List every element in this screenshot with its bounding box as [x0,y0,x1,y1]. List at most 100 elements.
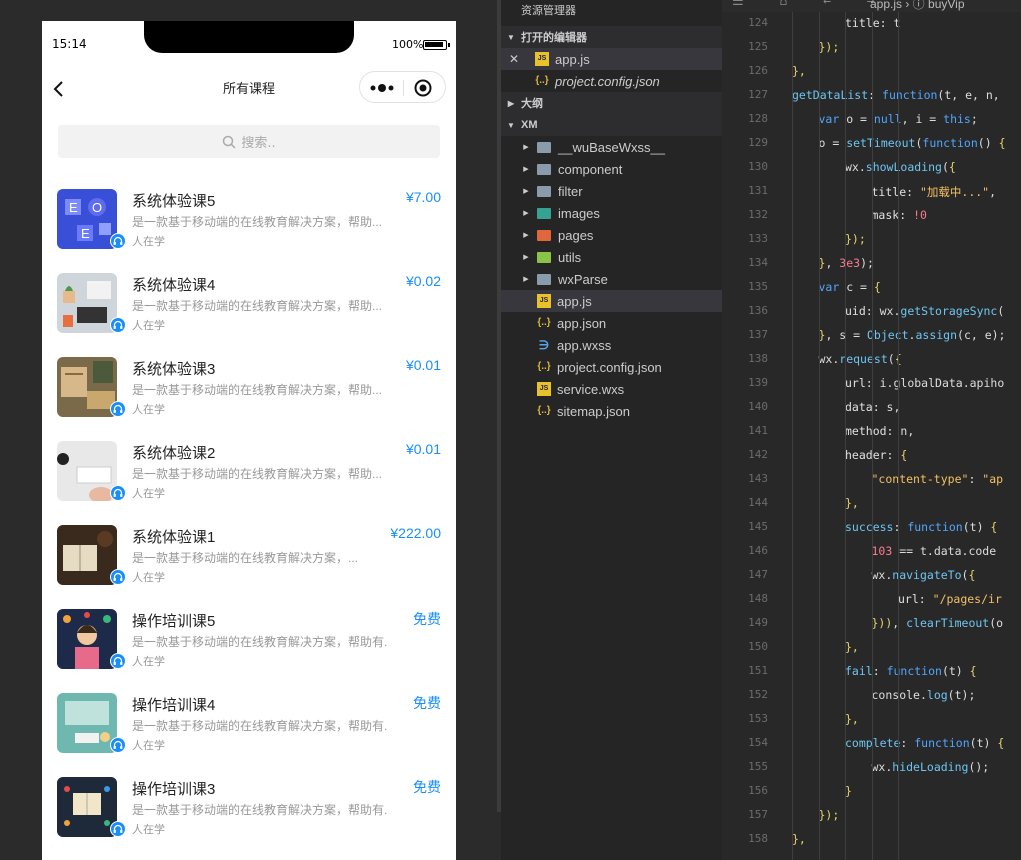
folder-item[interactable]: ▶ __wuBaseWxss__ [501,136,722,158]
code-line[interactable]: data: s, [845,400,900,414]
headphones-icon [110,485,126,501]
line-number: 135 [748,280,768,293]
miniprogram-capsule [359,71,446,103]
code-editor[interactable]: ☰ ⌂ ← → app.js › ⓘ buyVip 124 title: t 125… [722,0,1021,860]
course-learners: 人在学 [132,488,165,500]
folder-item[interactable]: ▶ images [501,202,722,224]
more-dots-icon[interactable] [368,79,396,97]
battery-icon [423,40,450,50]
code-line[interactable]: wx.hideLoading(); [872,760,990,774]
file-item[interactable]: {..} sitemap.json [501,400,722,422]
file-item[interactable]: {..} app.json [501,312,722,334]
folder-item[interactable]: ▶ filter [501,180,722,202]
folder-item[interactable]: ▶ wxParse [501,268,722,290]
file-item[interactable]: ∋ app.wxss [501,334,722,356]
code-line[interactable]: url: "/pages/ir [898,592,1002,606]
folder-icon [537,273,551,285]
code-line[interactable]: title: "加载中...", [872,184,997,200]
open-editor-item[interactable]: {..} project.config.json [501,70,722,92]
folder-item[interactable]: ▶ component [501,158,722,180]
line-number: 153 [748,712,768,725]
course-item[interactable]: 系统体验课1 ¥222.00 是一款基于移动端的在线教育解决方案，... 人在学 [42,515,456,599]
code-line[interactable]: wx.request({ [819,352,902,366]
line-number: 152 [748,688,768,701]
folder-icon [537,207,551,219]
code-line[interactable]: } [845,784,852,798]
course-price: ¥0.01 [405,357,441,373]
section-open-editors[interactable]: ▼ 打开的编辑器 [501,26,722,48]
line-number: 145 [748,520,768,533]
headphones-icon [110,569,126,585]
code-line[interactable]: fail: function(t) { [845,664,977,678]
course-price: ¥7.00 [405,189,441,205]
file-name: component [558,161,623,177]
file-name: project.config.json [555,73,660,89]
svg-text:E: E [69,200,78,215]
code-line[interactable]: }, s = Object.assign(c, e); [819,328,1006,342]
code-line[interactable]: }); [819,40,840,54]
code-line[interactable]: 103 == t.data.code [872,544,997,558]
file-item[interactable]: JS service.wxs [501,378,722,400]
course-item[interactable]: 操作培训课3 免费 是一款基于移动端的在线教育解决方案，帮助有... 人在学 [42,767,456,851]
code-line[interactable]: success: function(t) { [845,520,997,534]
course-item[interactable]: E O E 系统体验课5 ¥7.00 是一款基于移动端的在线教育解决方案，帮助... 人在学 [42,179,456,263]
code-line[interactable]: method: n, [845,424,914,438]
search-icon [223,135,236,149]
section-project[interactable]: ▼ XM [501,114,722,136]
course-item[interactable]: 操作培训课4 免费 是一款基于移动端的在线教育解决方案，帮助有... 人在学 [42,683,456,767]
section-outline[interactable]: ▶ 大纲 [501,92,722,114]
code-line[interactable]: }, [792,64,806,78]
code-line[interactable]: console.log(t); [872,688,976,702]
code-line[interactable]: }, 3e3); [819,256,874,270]
close-circle-icon[interactable] [414,79,432,97]
code-line[interactable]: wx.showLoading({ [845,160,956,174]
line-number: 150 [748,640,768,653]
file-item[interactable]: {..} project.config.json [501,356,722,378]
course-thumbnail [57,693,117,753]
course-item[interactable]: 系统体验课3 ¥0.01 是一款基于移动端的在线教育解决方案，帮助... 人在学 [42,347,456,431]
course-item[interactable]: 系统体验课4 ¥0.02 是一款基于移动端的在线教育解决方案，帮助... 人在学 [42,263,456,347]
breadcrumb[interactable]: app.js › ⓘ buyVip [870,0,965,12]
folder-item[interactable]: ▶ utils [501,246,722,268]
code-line[interactable]: wx.navigateTo({ [872,568,976,582]
course-description: 是一款基于移动端的在线教育解决方案，帮助有... [132,719,387,733]
code-line[interactable]: }); [845,232,866,246]
css-file-icon: ∋ [538,338,550,352]
status-time: 15:14 [52,37,87,51]
code-line[interactable]: o = setTimeout(function() { [819,136,1006,150]
section-label: 打开的编辑器 [521,32,587,44]
code-line[interactable]: complete: function(t) { [845,736,1004,750]
file-explorer: 资源管理器 ▼ 打开的编辑器 ✕ JS app.js {..} project.conf… [501,0,722,860]
course-thumbnail [57,441,117,501]
code-line[interactable]: uid: wx.getStorageSync( [845,304,1004,318]
code-line[interactable]: "content-type": "ap [872,472,1004,486]
course-title: 系统体验课1 [132,529,216,546]
code-line[interactable]: })), clearTimeout(o [872,616,1004,630]
code-line[interactable]: url: i.globalData.apiho [845,376,1004,390]
code-line[interactable]: }, [792,832,806,846]
file-item[interactable]: JS app.js [501,290,722,312]
svg-text:O: O [92,200,102,215]
code-line[interactable]: }); [819,808,840,822]
course-item[interactable]: 操作培训课5 免费 是一款基于移动端的在线教育解决方案，帮助有... 人在学 [42,599,456,683]
course-item[interactable]: 系统体验课2 ¥0.01 是一款基于移动端的在线教育解决方案，帮助... 人在学 [42,431,456,515]
caret-right-icon: ▶ [523,276,529,283]
code-line[interactable]: }, [845,712,859,726]
json-file-icon: {..} [535,75,549,86]
explorer-title: 资源管理器 [521,5,576,17]
open-editor-item[interactable]: ✕ JS app.js [501,48,722,70]
line-number: 146 [748,544,768,557]
code-line[interactable]: }, [845,496,859,510]
folder-item[interactable]: ▶ pages [501,224,722,246]
code-line[interactable]: title: t [845,16,900,30]
code-line[interactable]: mask: !0 [872,208,927,222]
file-name: app.js [555,51,590,67]
course-description: 是一款基于移动端的在线教育解决方案，帮助有... [132,635,387,649]
headphones-icon [110,401,126,417]
search-input[interactable]: 搜索.. [58,125,440,158]
course-thumbnail [57,777,117,837]
code-line[interactable]: }, [845,640,859,654]
close-icon[interactable]: ✕ [501,52,521,66]
code-line[interactable]: getDataList: function(t, e, n, [792,88,1000,102]
phone-simulator: 15:14 100% 所有课程 搜索.. E O E 系统体验课5 ¥7.00 是一款基于… [42,21,456,860]
